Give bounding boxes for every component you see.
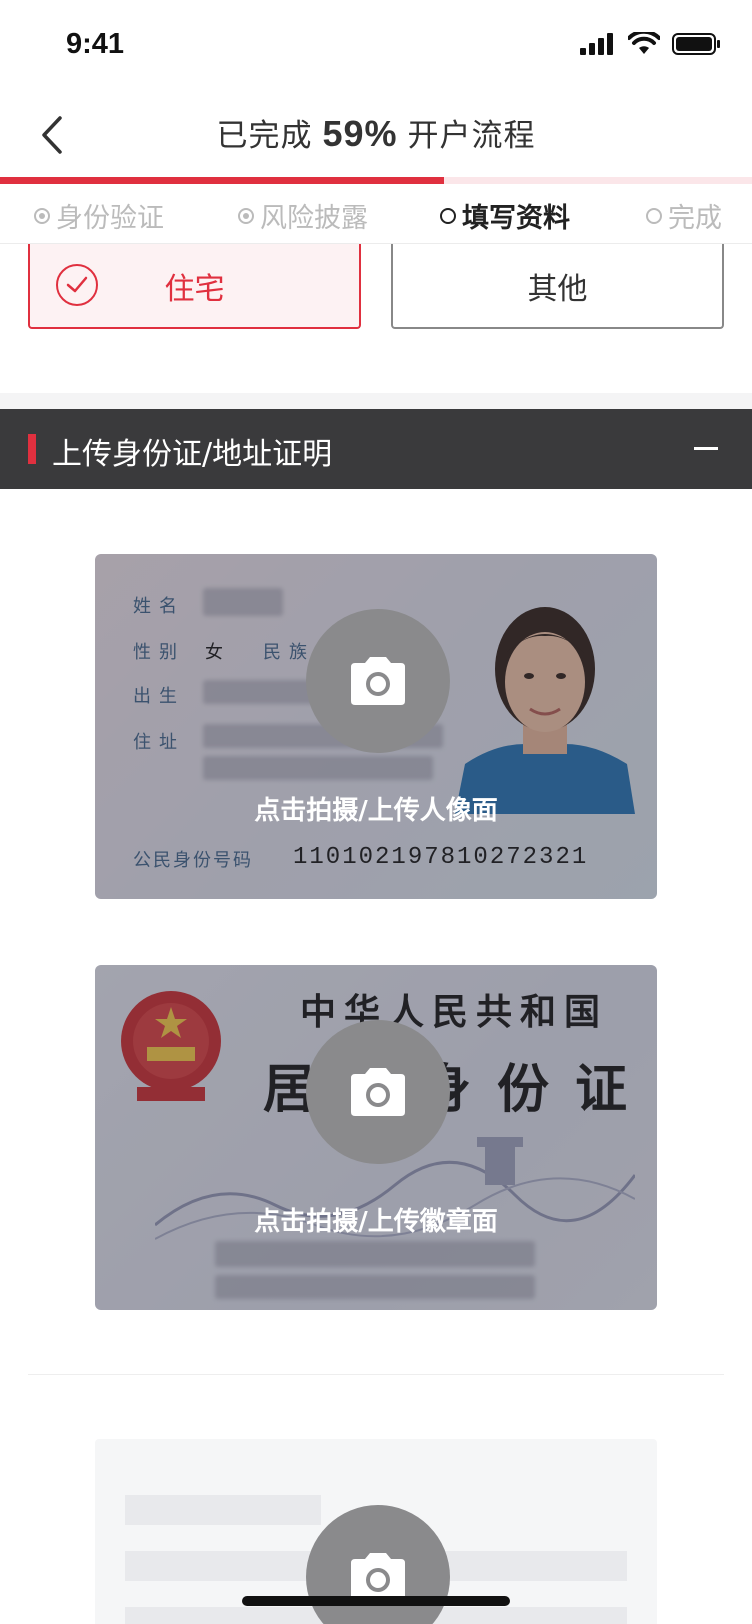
section-header-upload-id[interactable]: 上传身份证/地址证明 xyxy=(0,409,752,489)
progress-percent: 59% xyxy=(322,113,398,154)
signal-icon xyxy=(580,33,613,55)
step-done-icon xyxy=(34,207,50,224)
collapse-icon[interactable] xyxy=(694,447,718,450)
step-indicator: 身份验证 风险披露 填写资料 完成 xyxy=(0,184,752,244)
status-time: 9:41 xyxy=(66,28,125,60)
title-suffix: 开户流程 xyxy=(407,118,536,154)
progress-bar xyxy=(0,177,752,184)
step-label: 完成 xyxy=(668,203,722,234)
step-active-icon xyxy=(440,207,456,224)
progress-fill xyxy=(0,177,444,184)
divider xyxy=(28,1374,724,1375)
step-label: 填写资料 xyxy=(462,203,570,234)
home-indicator[interactable] xyxy=(242,1596,510,1606)
step-fill-info: 填写资料 xyxy=(440,196,570,235)
step-identity-verification: 身份验证 xyxy=(34,196,164,235)
title-prefix: 已完成 xyxy=(216,118,313,154)
id-card-front-upload[interactable]: 姓名 性别 女 民族 出生 住址 公民身份号码 1101021978102723… xyxy=(95,554,657,899)
section-gap xyxy=(0,393,752,409)
option-label: 住宅 xyxy=(164,271,225,307)
wifi-icon xyxy=(628,32,660,54)
camera-icon xyxy=(351,657,405,705)
residence-option-other[interactable]: 其他 xyxy=(391,244,724,329)
status-bar: 9:41 xyxy=(0,0,752,92)
section-accent-bar xyxy=(28,434,36,464)
option-label: 其他 xyxy=(527,271,588,307)
residence-option-home[interactable]: 住宅 xyxy=(28,244,361,329)
step-risk-disclosure: 风险披露 xyxy=(238,196,368,235)
step-complete: 完成 xyxy=(646,196,722,235)
upload-label-back: 点击拍摄/上传徽章面 xyxy=(254,1207,498,1237)
check-circle-icon xyxy=(56,264,98,306)
battery-icon xyxy=(672,33,720,55)
step-done-icon xyxy=(238,207,254,224)
page-title: 已完成 59% 开户流程 xyxy=(0,110,752,155)
camera-button-back[interactable] xyxy=(306,1020,450,1164)
upload-label-front: 点击拍摄/上传人像面 xyxy=(254,796,498,826)
placeholder-line xyxy=(125,1495,321,1525)
step-label: 身份验证 xyxy=(56,203,164,234)
camera-button-address[interactable] xyxy=(306,1505,450,1624)
nav-bar: 已完成 59% 开户流程 xyxy=(0,92,752,178)
section-title: 上传身份证/地址证明 xyxy=(52,437,333,472)
status-icons xyxy=(580,32,722,56)
camera-button-front[interactable] xyxy=(306,609,450,753)
camera-icon xyxy=(351,1068,405,1116)
step-pending-icon xyxy=(646,207,662,224)
step-label: 风险披露 xyxy=(260,203,368,234)
id-card-back-upload[interactable]: 中华人民共和国 居民身份证 点击拍摄/上传徽章面 xyxy=(95,965,657,1310)
